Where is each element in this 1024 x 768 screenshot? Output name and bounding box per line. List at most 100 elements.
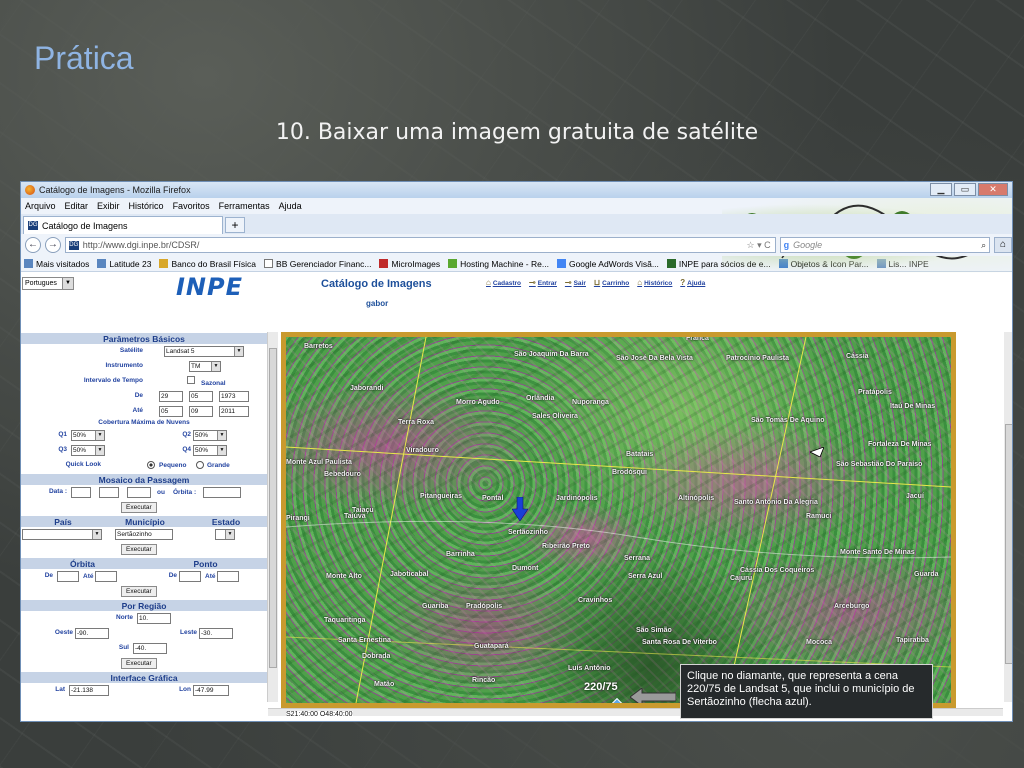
- map-place-label: Taiúva: [344, 513, 366, 520]
- tab-catalogo[interactable]: DG Catálogo de Imagens: [23, 216, 223, 234]
- url-bar[interactable]: DG http://www.dgi.inpe.br/CDSR/ ☆ ▾ C: [64, 237, 776, 253]
- to-month-input[interactable]: 09: [189, 406, 213, 417]
- orbit-from-input[interactable]: [57, 571, 79, 582]
- bookmark-item[interactable]: Google AdWords Visã...: [556, 259, 659, 269]
- scrollbar-thumb[interactable]: [269, 348, 277, 668]
- large-radio[interactable]: [196, 461, 204, 469]
- search-input[interactable]: g Google ⌕: [779, 237, 991, 253]
- bookmark-item[interactable]: Banco do Brasil Física: [159, 259, 256, 269]
- window-title: Catálogo de Imagens - Mozilla Firefox: [39, 185, 191, 195]
- bookmark-item[interactable]: Mais visitados: [24, 259, 89, 269]
- execute-button-location[interactable]: Executar: [121, 544, 157, 555]
- menu-favoritos[interactable]: Favoritos: [173, 201, 210, 211]
- minimize-button[interactable]: ▁: [930, 183, 952, 196]
- bookmark-item[interactable]: Latitude 23: [97, 259, 151, 269]
- browser-window: Catálogo de Imagens - Mozilla Firefox ▁ …: [20, 181, 1013, 722]
- map-place-label: Dobrada: [362, 653, 391, 660]
- orbit-to-input[interactable]: [95, 571, 117, 582]
- close-button[interactable]: ✕: [978, 183, 1008, 196]
- point-header: Ponto: [193, 559, 218, 569]
- link-cadastro[interactable]: ⌂ Cadastro: [486, 278, 521, 287]
- cart-icon: ⊔: [593, 278, 601, 287]
- municipality-input[interactable]: Sertãozinho: [115, 529, 173, 540]
- scrollbar-thumb[interactable]: [1005, 424, 1012, 664]
- bookmark-item[interactable]: Objetos & Icon Par...: [778, 259, 869, 269]
- seasonal-checkbox[interactable]: [187, 376, 195, 384]
- small-radio[interactable]: [147, 461, 155, 469]
- q1-select[interactable]: 50% ▼: [71, 430, 105, 441]
- bookmark-item[interactable]: MicroImages: [379, 259, 440, 269]
- menu-arquivo[interactable]: Arquivo: [25, 201, 56, 211]
- link-label: Histórico: [644, 280, 673, 287]
- point-to-label: Até: [205, 573, 216, 580]
- map-place-label: Guariba: [422, 603, 449, 610]
- bookmark-item[interactable]: Lis... INPE: [876, 259, 929, 269]
- bookmark-label: Banco do Brasil Física: [171, 258, 257, 269]
- east-input[interactable]: -30.: [199, 628, 233, 639]
- link-label: Sair: [573, 280, 586, 287]
- map-place-label: Brodósqui: [612, 469, 647, 476]
- new-tab-button[interactable]: +: [225, 217, 245, 233]
- q4-select[interactable]: 50% ▼: [193, 445, 227, 456]
- menu-historico[interactable]: Histórico: [129, 201, 164, 211]
- q2-select[interactable]: 50% ▼: [193, 430, 227, 441]
- from-day-input[interactable]: 29: [159, 391, 183, 402]
- menu-exibir[interactable]: Exibir: [97, 201, 120, 211]
- link-historico[interactable]: ⌂ Histórico: [637, 278, 672, 287]
- link-carrinho[interactable]: ⊔ Carrinho: [594, 278, 629, 287]
- map-place-label: Cravinhos: [578, 597, 613, 604]
- country-select[interactable]: ▼: [22, 529, 102, 540]
- from-year-input[interactable]: 1973: [219, 391, 249, 402]
- point-from-input[interactable]: [179, 571, 201, 582]
- west-input[interactable]: -90.: [75, 628, 109, 639]
- home-icon[interactable]: ⌂: [994, 237, 1012, 253]
- date-day-input[interactable]: [71, 487, 91, 498]
- link-entrar[interactable]: ⊸ Entrar: [529, 278, 557, 287]
- north-input[interactable]: 10.: [137, 613, 171, 624]
- quicklook-label: Quick Look: [65, 461, 101, 468]
- back-arrow-icon[interactable]: ←: [25, 237, 41, 253]
- orbit-input[interactable]: [203, 487, 241, 498]
- page-scrollbar[interactable]: [1004, 332, 1012, 702]
- execute-button-mosaic[interactable]: Executar: [121, 502, 157, 513]
- small-label: Pequeno: [159, 462, 187, 469]
- instruction-callout: Clique no diamante, que representa a cen…: [680, 664, 933, 719]
- bookmark-item[interactable]: INPE para sócios de e...: [666, 259, 771, 269]
- reload-icon[interactable]: ☆ ▾ C: [747, 240, 771, 251]
- point-to-input[interactable]: [217, 571, 239, 582]
- menu-ajuda[interactable]: Ajuda: [279, 201, 302, 211]
- link-sair[interactable]: ⊸ Sair: [565, 278, 586, 287]
- menu-ferramentas[interactable]: Ferramentas: [219, 201, 270, 211]
- chevron-down-icon: ▼: [217, 431, 226, 440]
- execute-button-orbit[interactable]: Executar: [121, 586, 157, 597]
- map-place-label: Sertãozinho: [508, 529, 549, 536]
- from-month-input[interactable]: 05: [189, 391, 213, 402]
- home-link-icon: ⌂: [486, 278, 491, 287]
- menu-editar[interactable]: Editar: [65, 201, 89, 211]
- date-month-input[interactable]: [99, 487, 119, 498]
- satellite-map[interactable]: Franca Barretos São Joaquim Da Barra São…: [281, 332, 956, 708]
- q3-select[interactable]: 50% ▼: [71, 445, 105, 456]
- to-year-input[interactable]: 2011: [219, 406, 249, 417]
- bookmark-item[interactable]: BB Gerenciador Financ...: [264, 259, 371, 269]
- forward-arrow-icon[interactable]: →: [44, 237, 61, 253]
- state-select[interactable]: ▼: [215, 529, 235, 540]
- lon-input[interactable]: -47.99: [193, 685, 229, 696]
- lat-input[interactable]: -21.138: [69, 685, 109, 696]
- execute-button-region[interactable]: Executar: [121, 658, 157, 669]
- bookmark-icon: [556, 259, 566, 268]
- south-input[interactable]: -40.: [133, 643, 167, 654]
- instrument-select[interactable]: TM ▼: [189, 361, 221, 372]
- bookmark-label: Mais visitados: [36, 258, 90, 269]
- language-select[interactable]: Portugues ▼: [22, 277, 74, 290]
- search-icon[interactable]: ⌕: [981, 240, 986, 251]
- date-year-input[interactable]: [127, 487, 151, 498]
- satellite-select[interactable]: Landsat 5 ▼: [164, 346, 244, 357]
- to-day-input[interactable]: 05: [159, 406, 183, 417]
- bookmark-icon: [264, 259, 274, 268]
- bookmark-item[interactable]: Hosting Machine - Re...: [448, 259, 549, 269]
- south-label: Sul: [118, 644, 129, 651]
- maximize-button[interactable]: ▭: [954, 183, 976, 196]
- link-ajuda[interactable]: ? Ajuda: [680, 278, 705, 287]
- panel-scrollbar[interactable]: [267, 332, 278, 702]
